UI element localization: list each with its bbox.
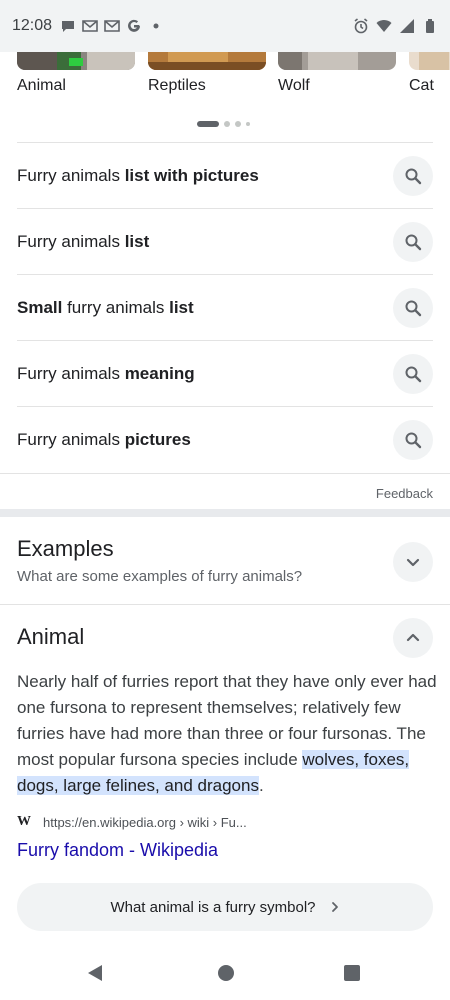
section-divider: [0, 509, 450, 517]
related-search-row[interactable]: Furry animals pictures: [17, 406, 433, 472]
status-time: 12:08: [12, 17, 53, 34]
divider: [0, 473, 450, 474]
follow-up-label[interactable]: What animal is a furry symbol?: [110, 899, 315, 916]
signal-icon: [400, 19, 414, 33]
related-search-segment: list: [124, 231, 150, 251]
source-url[interactable]: https://en.wikipedia.org › wiki › Fu...: [43, 815, 247, 830]
gmail-icon: [104, 20, 120, 32]
accordion-subtitle: What are some examples of furry animals?: [17, 568, 303, 585]
related-search-segment: furry animals: [62, 297, 170, 317]
recents-icon[interactable]: [344, 965, 360, 981]
carousel-image-animal[interactable]: [17, 52, 135, 70]
related-search-segment: list with pictures: [124, 165, 259, 185]
status-bar: 12:08: [0, 0, 450, 52]
related-search-text[interactable]: Small furry animals list: [17, 298, 194, 318]
answer-snippet: Nearly half of furries report that they …: [17, 669, 437, 799]
carousel-label-animal[interactable]: Animal: [17, 77, 66, 95]
accordion-examples[interactable]: Examples What are some examples of furry…: [0, 517, 450, 605]
wikipedia-icon: W: [17, 814, 31, 829]
search-icon[interactable]: [393, 287, 433, 328]
related-search-segment: Furry animals: [17, 165, 125, 185]
related-search-segment: meaning: [124, 363, 195, 383]
navigation-bar: [0, 946, 450, 1000]
related-search-segment: Furry animals: [17, 231, 125, 251]
carousel-image-wolf[interactable]: [278, 52, 396, 70]
chevron-right-icon: [331, 902, 338, 912]
related-searches-list: Furry animals list with pictures Furry a…: [17, 142, 433, 472]
page-dot: [246, 122, 250, 126]
carousel-page-indicator: [197, 121, 250, 127]
search-icon[interactable]: [393, 419, 433, 460]
search-icon[interactable]: [393, 353, 433, 394]
feedback-link[interactable]: Feedback: [376, 486, 433, 501]
related-search-row[interactable]: Small furry animals list: [17, 274, 433, 340]
related-search-row[interactable]: Furry animals list with pictures: [17, 142, 433, 208]
page-dot-active: [197, 121, 219, 127]
source-title-link[interactable]: Furry fandom - Wikipedia: [17, 840, 218, 861]
related-search-segment: Furry animals: [17, 363, 125, 383]
image-carousel[interactable]: [0, 52, 450, 102]
related-search-text[interactable]: Furry animals meaning: [17, 364, 195, 384]
related-search-text[interactable]: Furry animals list: [17, 232, 149, 252]
google-g-icon: [128, 19, 141, 32]
related-search-segment: list: [169, 297, 194, 317]
wifi-icon: [376, 20, 392, 32]
alarm-icon: [354, 18, 368, 34]
carousel-image-reptiles[interactable]: [148, 52, 266, 70]
page-dot: [224, 121, 230, 127]
accordion-title[interactable]: Animal: [17, 624, 84, 650]
notification-icons: [60, 18, 164, 34]
carousel-image-cat[interactable]: [409, 52, 450, 70]
carousel-label-cat[interactable]: Cat: [409, 77, 434, 95]
search-icon[interactable]: [393, 221, 433, 262]
related-search-text[interactable]: Furry animals list with pictures: [17, 166, 259, 186]
page-dot: [235, 121, 241, 127]
chevron-down-icon[interactable]: [393, 542, 433, 582]
home-icon[interactable]: [218, 965, 234, 981]
search-icon[interactable]: [393, 155, 433, 196]
gmail-icon: [82, 20, 98, 32]
follow-up-question-button[interactable]: What animal is a furry symbol?: [17, 883, 433, 931]
system-icons: [353, 18, 438, 34]
related-search-segment: pictures: [124, 429, 191, 449]
related-search-segment: Small: [17, 297, 63, 317]
carousel-label-wolf[interactable]: Wolf: [278, 77, 310, 95]
chevron-up-icon[interactable]: [393, 618, 433, 658]
answer-end: .: [258, 776, 264, 795]
related-search-segment: Furry animals: [17, 429, 125, 449]
related-search-row[interactable]: Furry animals list: [17, 208, 433, 274]
dot-icon: [153, 23, 159, 29]
source-citation[interactable]: W https://en.wikipedia.org › wiki › Fu..…: [17, 814, 247, 830]
carousel-label-reptiles[interactable]: Reptiles: [148, 77, 206, 95]
back-icon[interactable]: [88, 965, 102, 981]
accordion-title[interactable]: Examples: [17, 536, 114, 562]
related-search-text[interactable]: Furry animals pictures: [17, 430, 191, 450]
battery-icon: [426, 19, 434, 33]
chat-bubble-icon: [62, 21, 75, 32]
related-search-row[interactable]: Furry animals meaning: [17, 340, 433, 406]
